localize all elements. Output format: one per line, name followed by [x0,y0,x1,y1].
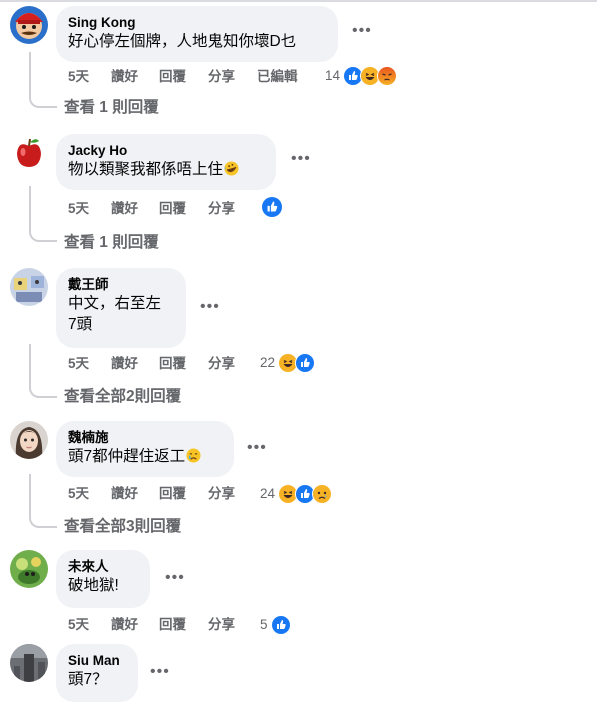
reaction-summary[interactable]: 24 [260,484,333,504]
reply-thread-line [29,344,57,398]
comment-actions: 5天 讚好 回覆 分享 [68,485,268,503]
like-icon [270,615,291,635]
reply-thread-line [29,52,57,108]
timestamp[interactable]: 5天 [68,485,89,503]
comment-text: 中文，右至左 7頭 [68,295,162,333]
angry-icon [377,66,398,86]
sad-icon [312,484,333,504]
comment-bubble: 未來人 破地獄! [56,550,150,608]
avatar[interactable] [10,134,48,172]
like-button[interactable]: 讚好 [111,355,138,373]
comment-actions: 5天 讚好 回覆 分享 [68,200,268,218]
reply-button[interactable]: 回覆 [159,200,186,218]
more-options-icon[interactable]: ••• [150,664,170,680]
comment-text: 好心停左個牌，人地鬼知你壞D乜 [68,33,297,50]
commenter-name[interactable]: 戴王師 [68,276,174,293]
share-button[interactable]: 分享 [208,200,235,218]
view-replies-link[interactable]: 查看 1 則回覆 [64,233,159,253]
share-button[interactable]: 分享 [208,68,235,86]
comment-actions: 5天 讚好 回覆 分享 [68,616,268,634]
comment-bubble: 魏楠施 頭7都仲趕住返工 [56,421,234,477]
timestamp[interactable]: 5天 [68,200,89,218]
more-options-icon[interactable]: ••• [165,570,185,586]
reply-button[interactable]: 回覆 [159,68,186,86]
more-options-icon[interactable]: ••• [247,440,267,456]
comment-text: 破地獄! [68,577,119,594]
reaction-count: 14 [325,68,341,83]
commenter-name[interactable]: Siu Man [68,652,126,669]
reaction-summary[interactable]: 14 [325,66,398,86]
like-button[interactable]: 讚好 [111,485,138,503]
rofl-emoji-icon [224,161,239,176]
reaction-summary[interactable]: 22 [260,353,316,373]
reply-button[interactable]: 回覆 [159,616,186,634]
comment-bubble: 戴王師 中文，右至左 7頭 [56,268,186,348]
reaction-count: 22 [260,355,276,370]
more-options-icon[interactable]: ••• [200,299,220,315]
reaction-summary[interactable]: 5 [260,615,291,635]
reaction-summary[interactable] [258,196,283,218]
reply-thread-line [29,186,57,242]
reply-button[interactable]: 回覆 [159,485,186,503]
timestamp[interactable]: 5天 [68,355,89,373]
like-button[interactable]: 讚好 [111,200,138,218]
commenter-name[interactable]: Jacky Ho [68,142,264,159]
comment-text: 頭7？ [68,671,108,688]
timestamp[interactable]: 5天 [68,68,89,86]
more-options-icon[interactable]: ••• [352,23,372,39]
like-icon [295,353,316,373]
like-button[interactable]: 讚好 [111,68,138,86]
like-button[interactable]: 讚好 [111,616,138,634]
reply-thread-line [29,474,57,528]
avatar[interactable] [10,550,48,588]
reply-button[interactable]: 回覆 [159,355,186,373]
commenter-name[interactable]: Sing Kong [68,14,326,31]
view-replies-link[interactable]: 查看全部3則回覆 [64,517,181,537]
comment-text: 物以類聚我都係唔上住 [68,159,264,180]
avatar[interactable] [10,6,48,44]
top-divider [0,0,597,2]
comment-bubble: Sing Kong 好心停左個牌，人地鬼知你壞D乜 [56,6,338,62]
view-replies-link[interactable]: 查看全部2則回覆 [64,387,181,407]
view-replies-link[interactable]: 查看 1 則回覆 [64,98,159,118]
reaction-count: 24 [260,486,276,501]
more-options-icon[interactable]: ••• [291,151,311,167]
comment-text: 頭7都仲趕住返工 [68,446,222,467]
edited-label[interactable]: 已編輯 [257,68,298,86]
comment-bubble: Jacky Ho 物以類聚我都係唔上住 [56,134,276,190]
commenter-name[interactable]: 未來人 [68,558,138,575]
reaction-count: 5 [260,617,268,632]
avatar[interactable] [10,268,48,306]
comment-actions: 5天 讚好 回覆 分享 [68,355,268,373]
share-button[interactable]: 分享 [208,616,235,634]
share-button[interactable]: 分享 [208,355,235,373]
avatar[interactable] [10,644,48,682]
timestamp[interactable]: 5天 [68,616,89,634]
comment-bubble: Siu Man 頭7？ [56,644,138,702]
tearful-emoji-icon [186,448,201,463]
commenter-name[interactable]: 魏楠施 [68,429,222,446]
avatar[interactable] [10,421,48,459]
share-button[interactable]: 分享 [208,485,235,503]
like-icon [261,196,283,218]
